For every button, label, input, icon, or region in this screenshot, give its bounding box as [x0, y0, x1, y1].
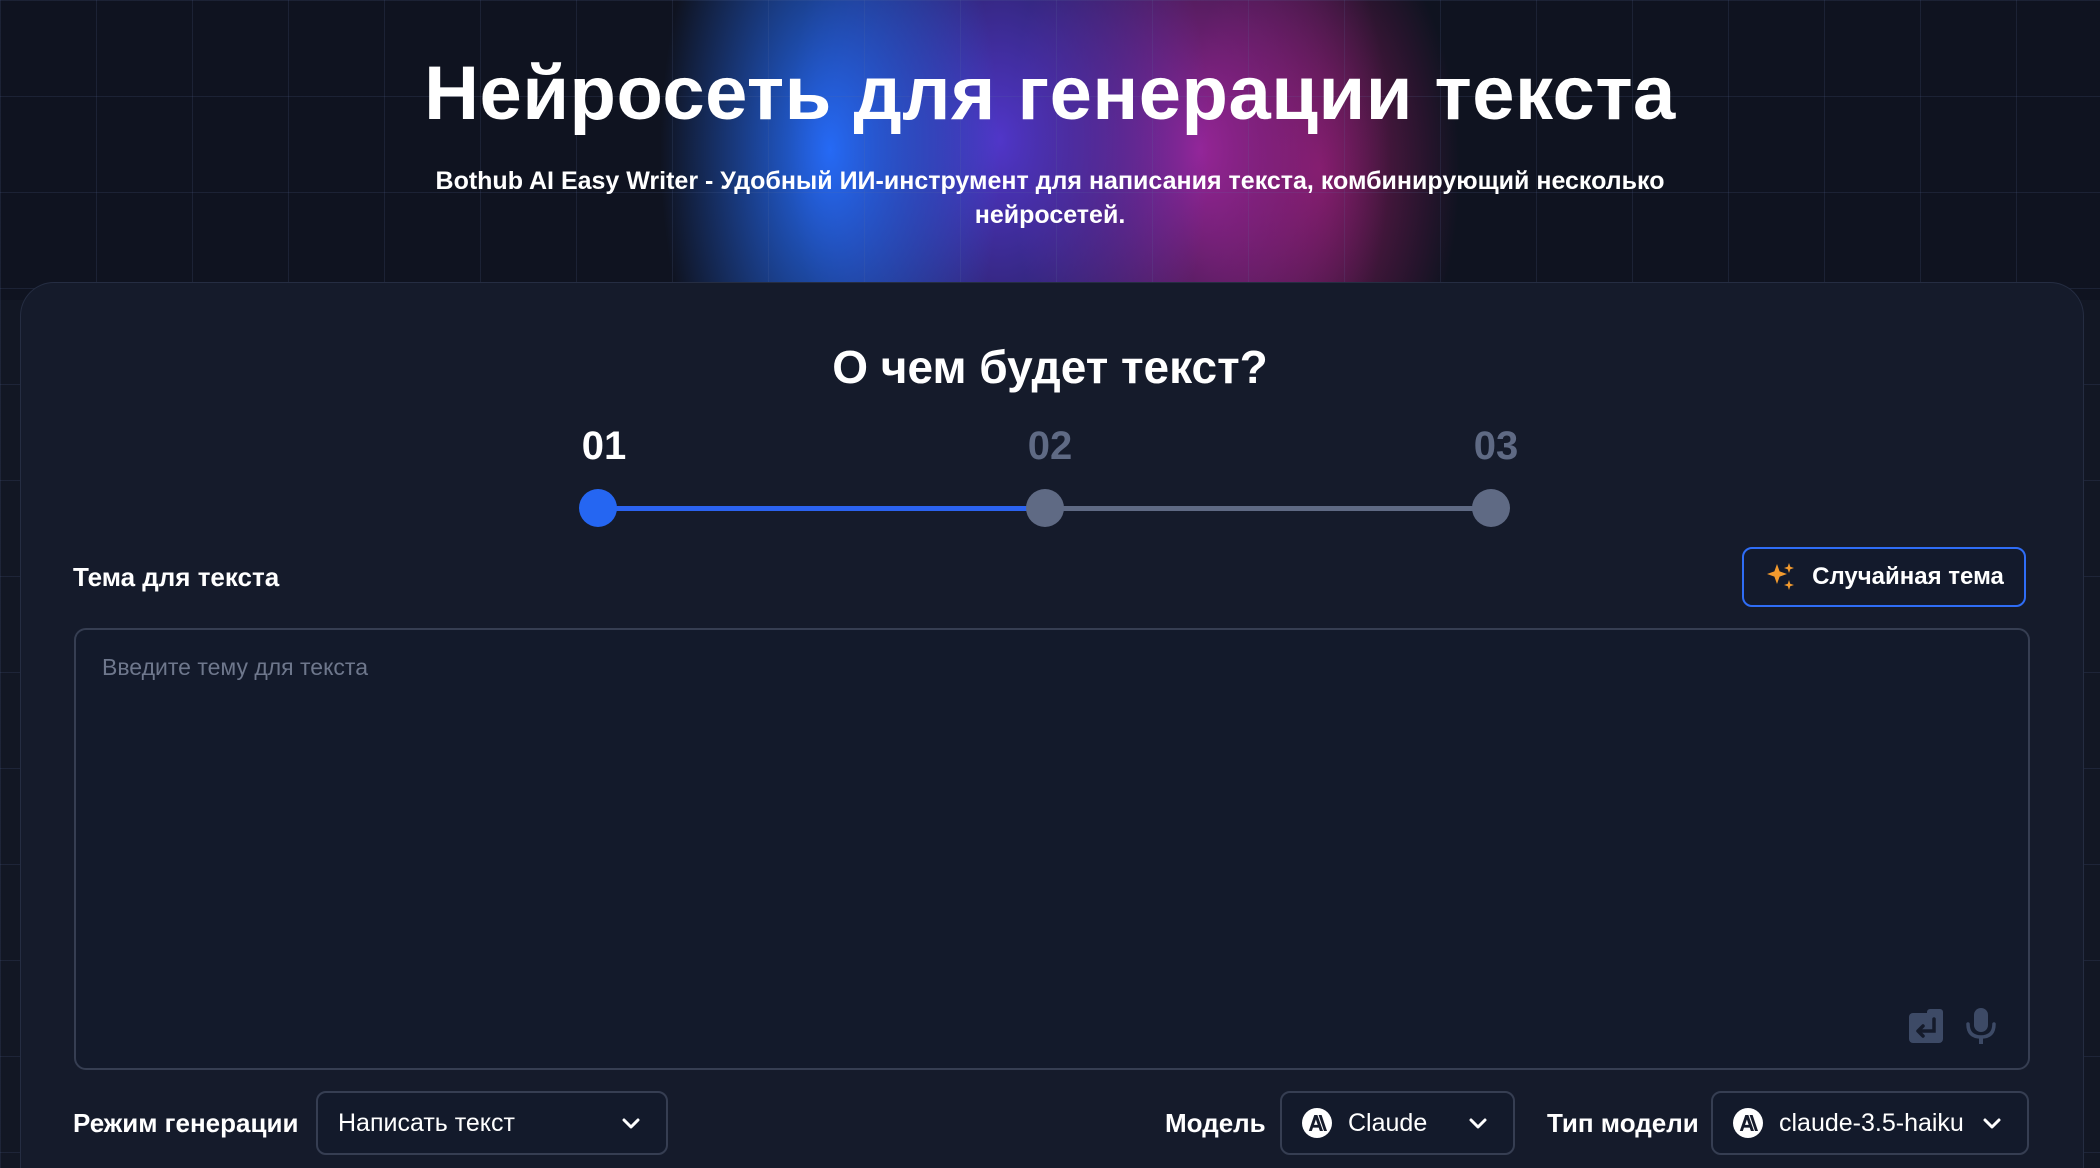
sparkles-icon: [1764, 560, 1798, 594]
chevron-down-icon: [622, 1118, 640, 1129]
step-dot-3[interactable]: [1472, 489, 1510, 527]
model-type-select[interactable]: claude-3.5-haiku: [1711, 1091, 2029, 1155]
step-number-2: 02: [1027, 424, 1073, 468]
chevron-down-icon: [1983, 1118, 2001, 1129]
generation-mode-value: Написать текст: [338, 1108, 515, 1137]
step-number-3: 03: [1473, 424, 1519, 468]
page: Нейросеть для генерации текста Bothub AI…: [0, 0, 2100, 1168]
anthropic-icon: [1302, 1108, 1332, 1138]
step-dot-1[interactable]: [579, 489, 617, 527]
enter-key-icon[interactable]: [1904, 1004, 1948, 1048]
model-type-label: Тип модели: [1547, 1108, 1699, 1138]
microphone-icon[interactable]: [1959, 1004, 2003, 1048]
step-progress-line-1: [600, 506, 1046, 511]
step-progress-line-2: [1046, 506, 1492, 511]
random-topic-button-label: Случайная тема: [1812, 563, 2004, 590]
step-number-1: 01: [581, 424, 627, 468]
anthropic-icon: [1733, 1108, 1763, 1138]
generation-mode-label: Режим генерации: [73, 1108, 299, 1138]
form-heading: О чем будет текст?: [832, 341, 1268, 393]
model-label: Модель: [1165, 1108, 1266, 1138]
model-value: Claude: [1348, 1108, 1428, 1137]
chevron-down-icon: [1469, 1118, 1487, 1129]
topic-input[interactable]: [74, 628, 2030, 1070]
topic-label: Тема для текста: [73, 562, 280, 592]
page-title: Нейросеть для генерации текста: [424, 51, 1676, 136]
generation-mode-select[interactable]: Написать текст: [316, 1091, 668, 1155]
model-type-value: claude-3.5-haiku: [1779, 1108, 1964, 1137]
random-topic-button[interactable]: Случайная тема: [1742, 547, 2026, 607]
step-dot-2[interactable]: [1026, 489, 1064, 527]
model-select[interactable]: Claude: [1280, 1091, 1515, 1155]
page-subtitle: Bothub AI Easy Writer - Удобный ИИ-инстр…: [435, 167, 1665, 229]
